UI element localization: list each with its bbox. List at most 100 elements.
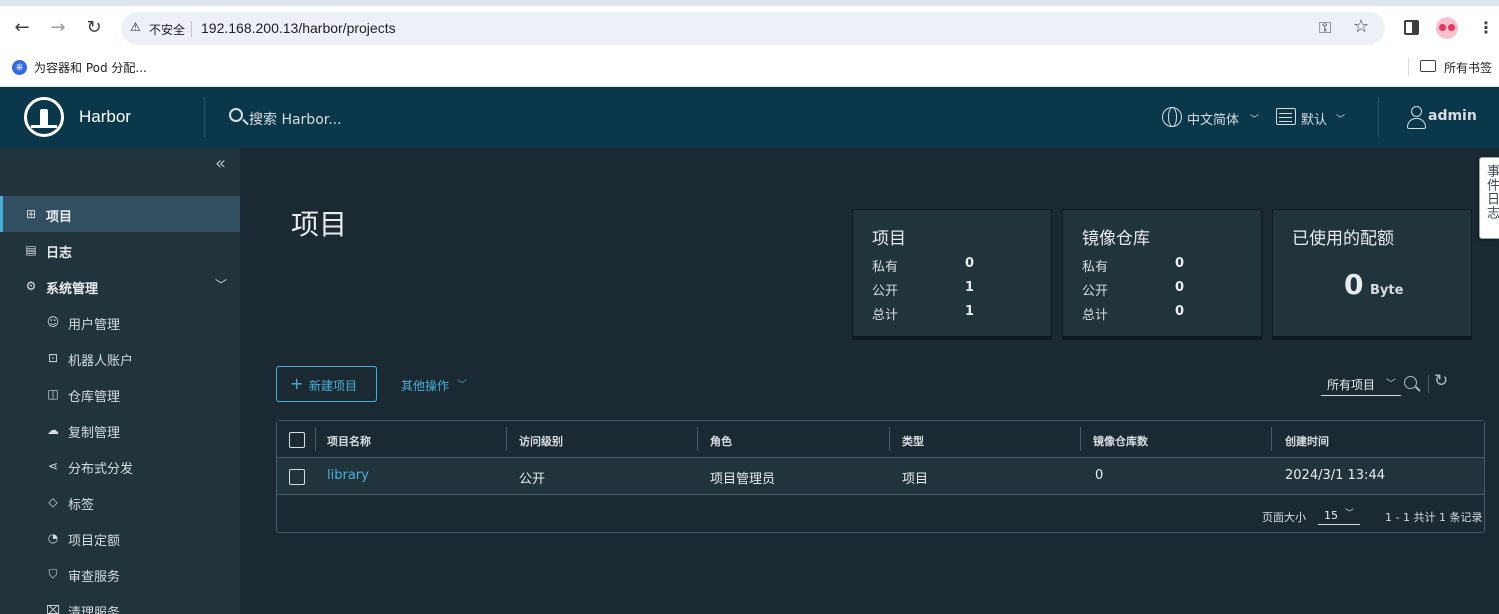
sidebar-item-logs[interactable]: ▤ 日志 [0, 232, 240, 268]
forward-icon[interactable]: → [47, 17, 69, 39]
collapse-sidebar-icon[interactable]: « [215, 153, 226, 174]
projects-summary-card: 项目 私有 0 公开 1 总计 1 [852, 209, 1052, 337]
sidebar-item-label: 用户管理 [68, 318, 121, 333]
sidebar-item-replication[interactable]: ☁ 复制管理 [0, 412, 240, 448]
harbor-logo-icon[interactable] [24, 97, 64, 137]
access-level: 公开 [519, 472, 546, 487]
sidebar-item-label: 复制管理 [68, 426, 121, 441]
sidebar-item-robots[interactable]: ⊡ 机器人账户 [0, 340, 240, 376]
more-menu-icon[interactable]: ⋮ [1478, 17, 1494, 39]
user-icon [1406, 106, 1426, 129]
tag-icon: ◇ [48, 495, 58, 509]
event-log-tab[interactable]: 事件日志 [1479, 157, 1499, 239]
chevron-down-icon: ﹀ [1336, 115, 1346, 125]
search-icon [229, 108, 243, 122]
star-icon[interactable]: ☆ [1353, 16, 1369, 37]
sidebar-item-admin[interactable]: ⚙ 系统管理 ﹀ [0, 268, 240, 304]
public-count: 1 [965, 280, 975, 295]
sidebar-item-label: 机器人账户 [68, 354, 134, 369]
quota-unit: Byte [1370, 283, 1404, 298]
row-checkbox[interactable] [289, 469, 305, 485]
new-project-button[interactable]: + 新建项目 [276, 366, 377, 402]
total-count: 1 [965, 304, 975, 319]
divider [191, 21, 192, 37]
table-row: library 公开 项目管理员 项目 0 2024/3/1 13:44 [277, 458, 1484, 495]
card-title: 项目 [872, 229, 906, 249]
column-header-role[interactable]: 角色 [710, 433, 732, 449]
private-label: 私有 [1082, 260, 1109, 275]
page-size-value: 15 [1324, 509, 1338, 522]
brand-name[interactable]: Harbor [79, 107, 131, 127]
search-icon[interactable] [1404, 376, 1417, 389]
quota-icon: ◔ [47, 531, 59, 545]
private-label: 私有 [872, 260, 899, 275]
select-all-checkbox[interactable] [289, 432, 305, 448]
quota-value: 0 [1344, 268, 1364, 301]
datetime-dropdown[interactable]: 默认 [1301, 109, 1327, 128]
back-icon[interactable]: ← [11, 17, 33, 39]
column-header-access[interactable]: 访问级别 [519, 433, 563, 449]
reload-icon[interactable]: ↻ [83, 17, 105, 39]
new-project-label: 新建项目 [309, 379, 358, 393]
profile-avatar[interactable] [1436, 17, 1458, 39]
sidebar-item-registries[interactable]: ◫ 仓库管理 [0, 376, 240, 412]
chevron-down-icon[interactable]: ﹀ [215, 276, 227, 293]
project-filter-select[interactable]: 所有项目 ﹀ [1321, 373, 1401, 396]
public-label: 公开 [872, 284, 899, 299]
side-panel-icon[interactable] [1404, 20, 1419, 35]
all-bookmarks[interactable]: 所有书签 [1444, 59, 1492, 76]
distribution-icon: ⋖ [47, 459, 59, 473]
sidebar-item-interrogation[interactable]: ⛉ 审查服务 [0, 556, 240, 592]
key-icon[interactable]: ⚿ [1319, 18, 1331, 38]
sidebar-item-quotas[interactable]: ◔ 项目定额 [0, 520, 240, 556]
bookmark-item[interactable]: 为容器和 Pod 分配... [34, 59, 147, 76]
sidebar-item-label: 清理服务 [68, 606, 121, 614]
trash-icon: ⌧ [46, 603, 60, 614]
sidebar-item-users[interactable]: ☺ 用户管理 [0, 304, 240, 340]
app-header: Harbor 搜索 Harbor... 中文简体 ﹀ 默认 ﹀ admin [0, 87, 1499, 148]
url-text[interactable]: 192.168.200.13/harbor/projects [201, 20, 396, 36]
private-count: 0 [965, 256, 975, 271]
pagination-info: 1 - 1 共计 1 条记录 [1385, 511, 1483, 524]
sidebar-item-projects[interactable]: ⊞ 项目 [0, 196, 240, 232]
page-size-select[interactable]: 15 ﹀ [1318, 503, 1360, 525]
sidebar-item-labels[interactable]: ◇ 标签 [0, 484, 240, 520]
refresh-icon[interactable]: ↻ [1434, 371, 1448, 391]
projects-icon: ⊞ [25, 207, 37, 221]
page-title: 项目 [291, 208, 348, 241]
divider [1408, 58, 1409, 76]
globe-icon [1162, 107, 1182, 127]
sidebar-item-label: 仓库管理 [68, 390, 121, 405]
column-header-repo-count[interactable]: 镜像仓库数 [1093, 433, 1148, 449]
column-header-type[interactable]: 类型 [902, 433, 924, 449]
user-menu[interactable]: admin [1428, 108, 1477, 124]
global-search-input[interactable]: 搜索 Harbor... [249, 109, 342, 129]
column-divider [697, 427, 698, 451]
project-name-link[interactable]: library [327, 468, 369, 483]
sidebar: « ⊞ 项目 ▤ 日志 ⚙ 系统管理 ﹀ ☺ 用户管理 ⊡ 机器人账户 ◫ 仓库… [0, 148, 240, 614]
sidebar-item-label: 标签 [68, 498, 95, 513]
registry-icon: ◫ [47, 387, 59, 401]
creation-time: 2024/3/1 13:44 [1285, 468, 1385, 483]
sidebar-item-distribution[interactable]: ⋖ 分布式分发 [0, 448, 240, 484]
folder-icon[interactable] [1420, 60, 1436, 72]
browser-toolbar: ← → ↻ ⚠ 不安全 192.168.200.13/harbor/projec… [0, 0, 1499, 56]
bookmarks-bar: ⎈ 为容器和 Pod 分配... 所有书签 [0, 56, 1499, 87]
other-actions-dropdown[interactable]: 其他操作 [401, 377, 449, 394]
private-count: 0 [1175, 256, 1185, 271]
column-header-created[interactable]: 创建时间 [1285, 433, 1329, 449]
sidebar-item-clean[interactable]: ⌧ 清理服务 [0, 592, 240, 614]
filter-value: 所有项目 [1327, 378, 1376, 392]
calendar-icon [1276, 108, 1296, 125]
public-label: 公开 [1082, 284, 1109, 299]
sidebar-item-label: 审查服务 [68, 570, 121, 585]
plus-icon: + [290, 374, 304, 393]
page-size-label: 页面大小 [1262, 511, 1306, 524]
total-label: 总计 [1082, 308, 1109, 323]
security-label[interactable]: 不安全 [149, 21, 185, 38]
column-header-name[interactable]: 项目名称 [327, 433, 371, 449]
address-bar[interactable]: ⚠ 不安全 192.168.200.13/harbor/projects ⚿ ☆ [121, 12, 1385, 45]
language-dropdown[interactable]: 中文简体 [1187, 109, 1239, 128]
repos-summary-card: 镜像仓库 私有 0 公开 0 总计 0 [1062, 209, 1262, 337]
sidebar-item-label: 项目 [46, 210, 73, 225]
